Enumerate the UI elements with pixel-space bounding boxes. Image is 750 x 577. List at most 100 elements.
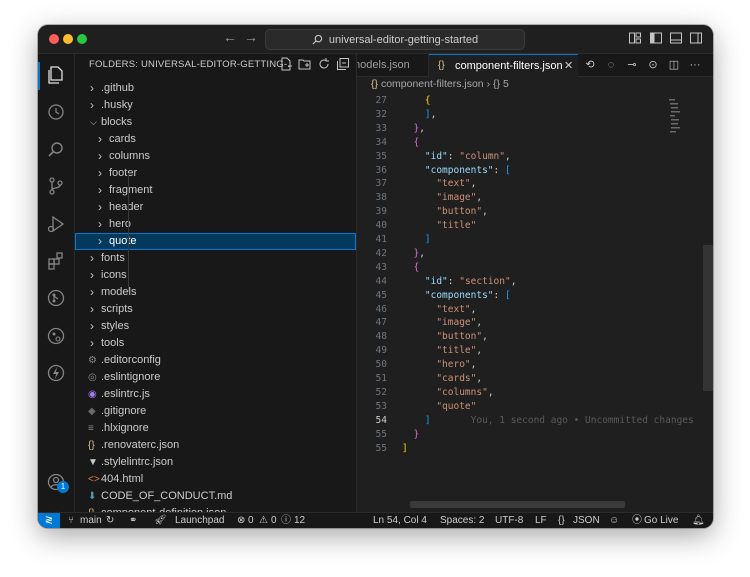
- file-item[interactable]: ◉ .eslintrc.js: [75, 386, 356, 403]
- new-folder-icon[interactable]: [298, 57, 312, 71]
- new-file-icon[interactable]: [279, 57, 293, 71]
- explorer-icon[interactable]: [46, 65, 66, 85]
- close-window-button[interactable]: [49, 34, 59, 44]
- folder-item[interactable]: › footer: [75, 165, 356, 182]
- gitlens-blame-icon[interactable]: ⊙: [646, 58, 660, 72]
- folder-item[interactable]: › .github: [75, 80, 356, 97]
- command-center-search[interactable]: universal-editor-getting-started: [265, 29, 525, 50]
- tab-models-json[interactable]: models.json: [357, 54, 429, 76]
- live-share-icon[interactable]: ⚭: [129, 513, 137, 528]
- previous-change-icon[interactable]: ◌: [604, 58, 618, 72]
- search-icon[interactable]: [46, 140, 66, 160]
- file-item[interactable]: ◎ .eslintignore: [75, 369, 356, 386]
- line-number: 49: [375, 345, 387, 356]
- folder-item[interactable]: › columns: [75, 148, 356, 165]
- source-control-icon[interactable]: [46, 176, 66, 196]
- launchpad-item[interactable]: Launchpad: [175, 513, 225, 528]
- errors-count[interactable]: 0: [248, 513, 254, 528]
- folder-item[interactable]: › cards: [75, 131, 356, 148]
- code-line: "hero",: [436, 359, 477, 370]
- notifications-bell-icon[interactable]: 🔔︎: [692, 513, 705, 528]
- remote-indicator-icon[interactable]: ≷: [38, 513, 60, 528]
- gitlens-icon[interactable]: [46, 288, 66, 308]
- eslint-icon: ◉: [88, 389, 97, 400]
- breadcrumb-file[interactable]: component-filters.json: [381, 78, 484, 90]
- minimize-window-button[interactable]: [63, 34, 73, 44]
- gitlens-inspect-icon[interactable]: [46, 326, 66, 346]
- toggle-panel-icon[interactable]: [669, 31, 683, 45]
- folder-item[interactable]: › quote: [75, 233, 356, 250]
- item-label: models: [101, 286, 137, 298]
- end-of-line[interactable]: LF: [535, 513, 547, 528]
- folder-item[interactable]: ⌵ blocks: [75, 114, 356, 131]
- collapse-all-icon[interactable]: [336, 57, 350, 71]
- folder-item[interactable]: › styles: [75, 318, 356, 335]
- toggle-primary-sidebar-icon[interactable]: [649, 31, 663, 45]
- object-icon: {}: [493, 78, 501, 90]
- open-changes-icon[interactable]: ⟲: [583, 58, 597, 72]
- item-label: blocks: [101, 116, 133, 128]
- chevron-right-icon: ›: [486, 78, 491, 90]
- file-item[interactable]: ◆ .gitignore: [75, 403, 356, 420]
- folder-item[interactable]: › models: [75, 284, 356, 301]
- language-mode[interactable]: JSON: [573, 513, 600, 528]
- lines-icon: ≡: [88, 423, 94, 434]
- warnings-count[interactable]: 0: [271, 513, 277, 528]
- close-tab-icon[interactable]: ✕: [564, 55, 573, 77]
- breadcrumb-symbol[interactable]: 5: [503, 78, 509, 90]
- item-label: .stylelintrc.json: [101, 456, 174, 468]
- file-item[interactable]: {} .renovaterc.json: [75, 437, 356, 454]
- line-number: 34: [375, 137, 387, 148]
- back-arrow-icon[interactable]: ←: [223, 29, 237, 45]
- folder-item[interactable]: › .husky: [75, 97, 356, 114]
- item-label: component-definition.json: [101, 505, 226, 512]
- copilot-icon[interactable]: ☺: [609, 513, 619, 528]
- file-item[interactable]: <> 404.html: [75, 471, 356, 488]
- extensions-icon[interactable]: [46, 251, 66, 271]
- timeline-icon[interactable]: [46, 102, 66, 122]
- editor-area: models.json {} component-filters.json ✕ …: [357, 54, 713, 512]
- more-actions-icon[interactable]: ···: [688, 58, 702, 72]
- next-change-icon[interactable]: ⊸: [625, 58, 639, 72]
- tab-component-filters-json[interactable]: {} component-filters.json ✕: [429, 54, 578, 77]
- folder-item[interactable]: › icons: [75, 267, 356, 284]
- info-count[interactable]: 12: [294, 513, 305, 528]
- lightning-icon[interactable]: [46, 363, 66, 383]
- folder-item[interactable]: › tools: [75, 335, 356, 352]
- file-item[interactable]: ▼ .stylelintrc.json: [75, 454, 356, 471]
- stylelint-icon: ▼: [88, 457, 98, 468]
- forward-arrow-icon[interactable]: →: [244, 29, 258, 45]
- refresh-icon[interactable]: [317, 57, 331, 71]
- file-item[interactable]: ≡ .hlxignore: [75, 420, 356, 437]
- code-line: "title": [436, 220, 477, 231]
- customize-layout-icon[interactable]: [628, 31, 642, 45]
- folder-item[interactable]: › fragment: [75, 182, 356, 199]
- toggle-secondary-sidebar-icon[interactable]: [689, 31, 703, 45]
- run-debug-icon[interactable]: [46, 214, 66, 234]
- file-item[interactable]: {} component-definition.json: [75, 505, 356, 512]
- file-item[interactable]: ⚙ .editorconfig: [75, 352, 356, 369]
- cursor-position[interactable]: Ln 54, Col 4: [373, 513, 427, 528]
- line-number: 33: [375, 123, 387, 134]
- encoding[interactable]: UTF-8: [495, 513, 523, 528]
- line-number: 38: [375, 192, 387, 203]
- folder-item[interactable]: › fonts: [75, 250, 356, 267]
- item-label: .hlxignore: [101, 422, 149, 434]
- sync-icon[interactable]: ↻: [106, 513, 114, 528]
- branch-name[interactable]: main: [80, 513, 102, 528]
- line-number: 42: [375, 248, 387, 259]
- file-item[interactable]: ⬇ CODE_OF_CONDUCT.md: [75, 488, 356, 505]
- folder-item[interactable]: › scripts: [75, 301, 356, 318]
- horizontal-scrollbar[interactable]: [410, 501, 625, 508]
- vertical-scrollbar[interactable]: [703, 245, 713, 391]
- go-live-button[interactable]: Go Live: [644, 513, 678, 528]
- minimap[interactable]: [669, 99, 681, 159]
- chevron-right-icon: ›: [98, 149, 102, 163]
- folder-item[interactable]: › header: [75, 199, 356, 216]
- chevron-right-icon: ›: [90, 98, 94, 112]
- folder-item[interactable]: › hero: [75, 216, 356, 233]
- indentation[interactable]: Spaces: 2: [440, 513, 484, 528]
- explorer-sidebar: FOLDERS: UNIVERSAL-EDITOR-GETTING-... ›.…: [75, 54, 357, 512]
- split-editor-icon[interactable]: ◫: [667, 58, 681, 72]
- maximize-window-button[interactable]: [77, 34, 87, 44]
